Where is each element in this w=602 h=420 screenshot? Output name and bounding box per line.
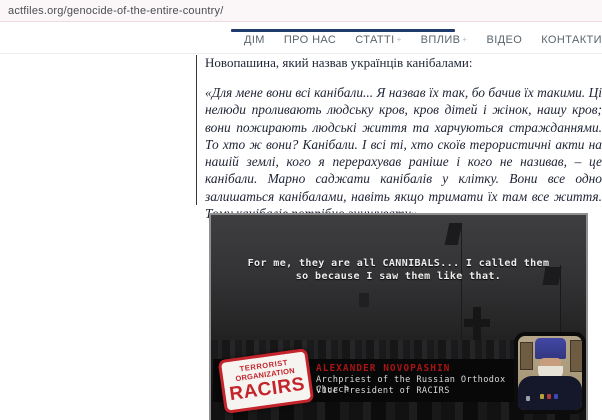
site-nav: ДІМ ПРО НАС СТАТТІ + ВПЛИВ + ВІДЕО КОНТАКТ… <box>0 23 602 54</box>
article-intro-line: Новопашина, який назвав українців каніба… <box>205 55 473 70</box>
priest-photo <box>514 332 586 414</box>
banner-quote-line1: For me, they are all CANNIBALS... I call… <box>247 258 550 269</box>
medal <box>547 394 551 399</box>
dropdown-plus-icon: + <box>462 35 468 44</box>
nav-item-contacts[interactable]: КОНТАКТИ <box>541 34 602 46</box>
nav-items: ДІМ ПРО НАС СТАТТІ + ВПЛИВ + ВІДЕО КОНТАКТ… <box>244 34 602 46</box>
nav-item-articles[interactable]: СТАТТІ + <box>355 34 401 46</box>
nav-item-home[interactable]: ДІМ <box>244 34 265 46</box>
wall-frame <box>570 340 582 372</box>
medal <box>554 394 558 399</box>
browser-url-bar[interactable]: actfiles.org/genocide-of-the-entire-coun… <box>0 0 602 22</box>
caption-name: ALEXANDER NOVOPASHIN <box>316 363 451 374</box>
medal <box>540 394 544 399</box>
medal <box>526 396 530 401</box>
nav-item-influence[interactable]: ВПЛИВ + <box>421 34 468 46</box>
article-quote-paragraph: «Для мене вони всі канібали... Я назвав … <box>205 85 602 221</box>
banner-quote-line2: so because I saw them like that. <box>295 271 502 282</box>
nav-item-video[interactable]: ВІДЕО <box>486 34 522 46</box>
nav-progress-line <box>231 29 455 32</box>
text-column-rule <box>196 55 197 205</box>
banner-quote: For me, they are all CANNIBALS... I call… <box>211 257 586 283</box>
caption-role-2: Vice President of RACIRS <box>316 386 450 396</box>
url-text: actfiles.org/genocide-of-the-entire-coun… <box>8 4 224 17</box>
article-image: For me, they are all CANNIBALS... I call… <box>209 213 588 420</box>
wall-frame <box>520 342 533 370</box>
flag-silhouette <box>444 223 463 245</box>
flag-silhouette <box>359 293 369 307</box>
dropdown-plus-icon: + <box>396 35 402 44</box>
nav-item-about[interactable]: ПРО НАС <box>284 34 336 46</box>
browser-window: actfiles.org/genocide-of-the-entire-coun… <box>0 0 602 420</box>
priest-hat <box>535 338 566 359</box>
flagpole-silhouette <box>461 223 462 343</box>
